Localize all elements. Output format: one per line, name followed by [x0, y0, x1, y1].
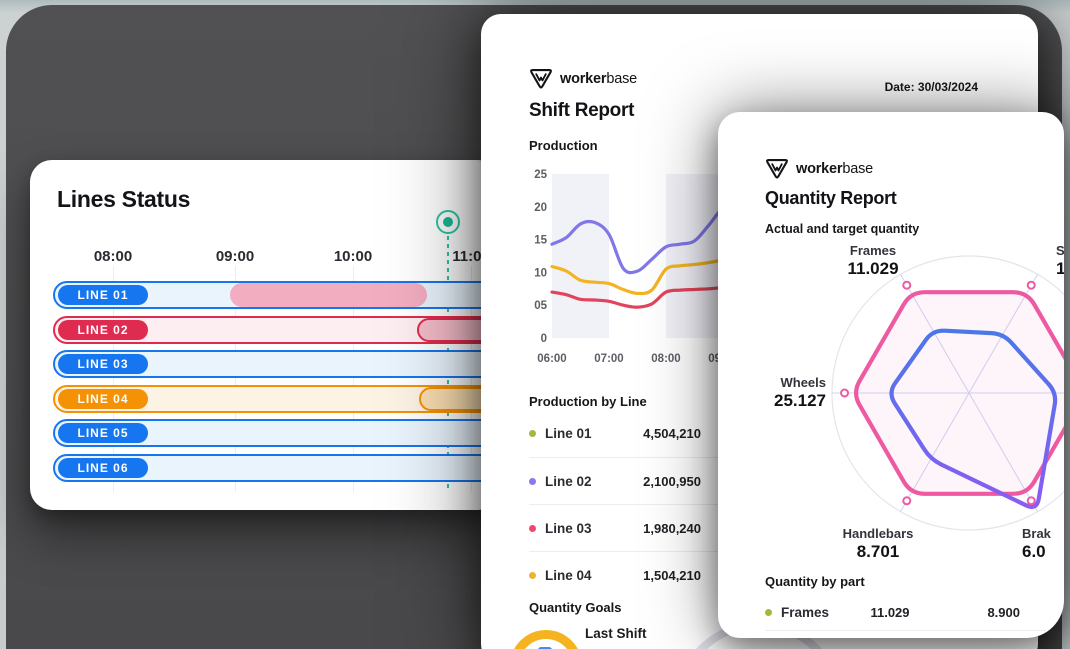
y-axis-tick-label: 05 [534, 300, 547, 312]
part-name: Frames [781, 605, 829, 620]
line-name: Line 02 [545, 474, 592, 489]
radar-axis-label-clipped-right: S 1 [1056, 243, 1064, 279]
production-by-line-title: Production by Line [529, 394, 647, 409]
chart-band [552, 174, 609, 338]
workerbase-wordmark: workerbase [560, 71, 637, 87]
radar-axis-label-brakes: Brak 6.0 [1022, 526, 1064, 562]
series-color-dot [529, 430, 536, 437]
quantity-report-card: workerbase Quantity Report Actual and ta… [718, 112, 1064, 638]
radar-axis-label-frames: Frames 11.029 [823, 243, 923, 279]
line-pill[interactable]: LINE 01 [58, 285, 148, 305]
production-by-line-row[interactable]: Line 03 1,980,240 [529, 504, 744, 551]
y-axis-tick-label: 15 [534, 235, 547, 247]
line-name: Line 04 [545, 568, 592, 583]
lines-status-title: Lines Status [57, 186, 190, 213]
radar-axis-label-wheels: Wheels 25.127 [726, 375, 826, 411]
time-axis-label: 08:00 [78, 248, 148, 265]
gantt-row-line-02[interactable]: LINE 02 [53, 316, 500, 344]
production-by-line-list: Line 01 4,504,210 Line 02 2,100,950 Line 03 1… [529, 410, 744, 598]
gantt-row-line-06[interactable]: LINE 06 [53, 454, 500, 482]
y-axis-tick-label: 20 [534, 202, 547, 214]
quantity-by-part-title: Quantity by part [765, 574, 865, 589]
time-axis-label: 09:00 [200, 248, 270, 265]
radar-target-polygon[interactable] [856, 292, 1064, 494]
production-by-line-row[interactable]: Line 01 4,504,210 [529, 410, 744, 457]
gantt-task-bar[interactable] [230, 283, 427, 307]
y-axis-tick-label: 10 [534, 267, 547, 279]
series-color-dot [529, 525, 536, 532]
line-production-value: 1,980,240 [643, 521, 701, 536]
gantt-row-line-05[interactable]: LINE 05 [53, 419, 500, 447]
radar-axis-label-handlebars: Handlebars 8.701 [816, 526, 940, 562]
production-by-line-row[interactable]: Line 02 2,100,950 [529, 457, 744, 504]
radar-vertex-marker [1028, 282, 1035, 289]
actual-quantity-value: 11.029 [855, 605, 925, 620]
target-quantity-value: 8.900 [987, 605, 1020, 620]
line-name: Line 01 [545, 426, 592, 441]
line-production-value: 2,100,950 [643, 474, 701, 489]
lines-status-card: Lines Status LINE 01 LINE 02 LINE 03 LINE 0… [30, 160, 500, 510]
quantity-by-part-list: Frames 11.029 8.900 [765, 596, 1020, 628]
workerbase-wordmark: workerbase [796, 161, 873, 177]
y-axis-tick-label: 0 [541, 333, 547, 345]
x-axis-tick-label: 08:00 [651, 353, 680, 365]
workerbase-logo: workerbase [529, 68, 637, 90]
radar-vertex-marker [903, 282, 910, 289]
production-by-line-row[interactable]: Line 04 1,504,210 [529, 551, 744, 598]
line-pill[interactable]: LINE 06 [58, 458, 148, 478]
workerbase-logo-icon [529, 68, 553, 90]
line-pill[interactable]: LINE 05 [58, 423, 148, 443]
gantt-row-line-03[interactable]: LINE 03 [53, 350, 500, 378]
radar-vertex-marker [903, 497, 910, 504]
x-axis-tick-label: 07:00 [594, 353, 623, 365]
gantt-row-line-04[interactable]: LINE 04 [53, 385, 500, 413]
x-axis-tick-label: 06:00 [537, 353, 566, 365]
gantt-row-line-01[interactable]: LINE 01 [53, 281, 500, 309]
line-production-value: 1,504,210 [643, 568, 701, 583]
line-production-value: 4,504,210 [643, 426, 701, 441]
line-pill[interactable]: LINE 03 [58, 354, 148, 374]
series-color-dot [529, 572, 536, 579]
series-color-dot [529, 478, 536, 485]
series-color-dot [765, 609, 772, 616]
quantity-report-title: Quantity Report [765, 188, 897, 209]
workerbase-logo-icon [765, 158, 789, 180]
shift-report-title: Shift Report [529, 100, 634, 122]
chart-band [666, 174, 723, 338]
last-shift-label: Last Shift [585, 626, 647, 641]
radar-vertex-marker [1028, 497, 1035, 504]
report-date: Date: 30/03/2024 [885, 80, 978, 94]
line-name: Line 03 [545, 521, 592, 536]
current-time-marker[interactable] [436, 210, 460, 234]
production-section-title: Production [529, 138, 598, 153]
time-axis-label: 10:00 [318, 248, 388, 265]
line-pill[interactable]: LINE 04 [58, 389, 148, 409]
y-axis-tick-label: 25 [534, 169, 547, 181]
radar-vertex-marker [841, 390, 848, 397]
row-divider [765, 630, 1046, 631]
workerbase-logo: workerbase [765, 158, 873, 180]
line-pill[interactable]: LINE 02 [58, 320, 148, 340]
quantity-by-part-row[interactable]: Frames 11.029 8.900 [765, 596, 1020, 628]
quantity-goals-title: Quantity Goals [529, 600, 621, 615]
